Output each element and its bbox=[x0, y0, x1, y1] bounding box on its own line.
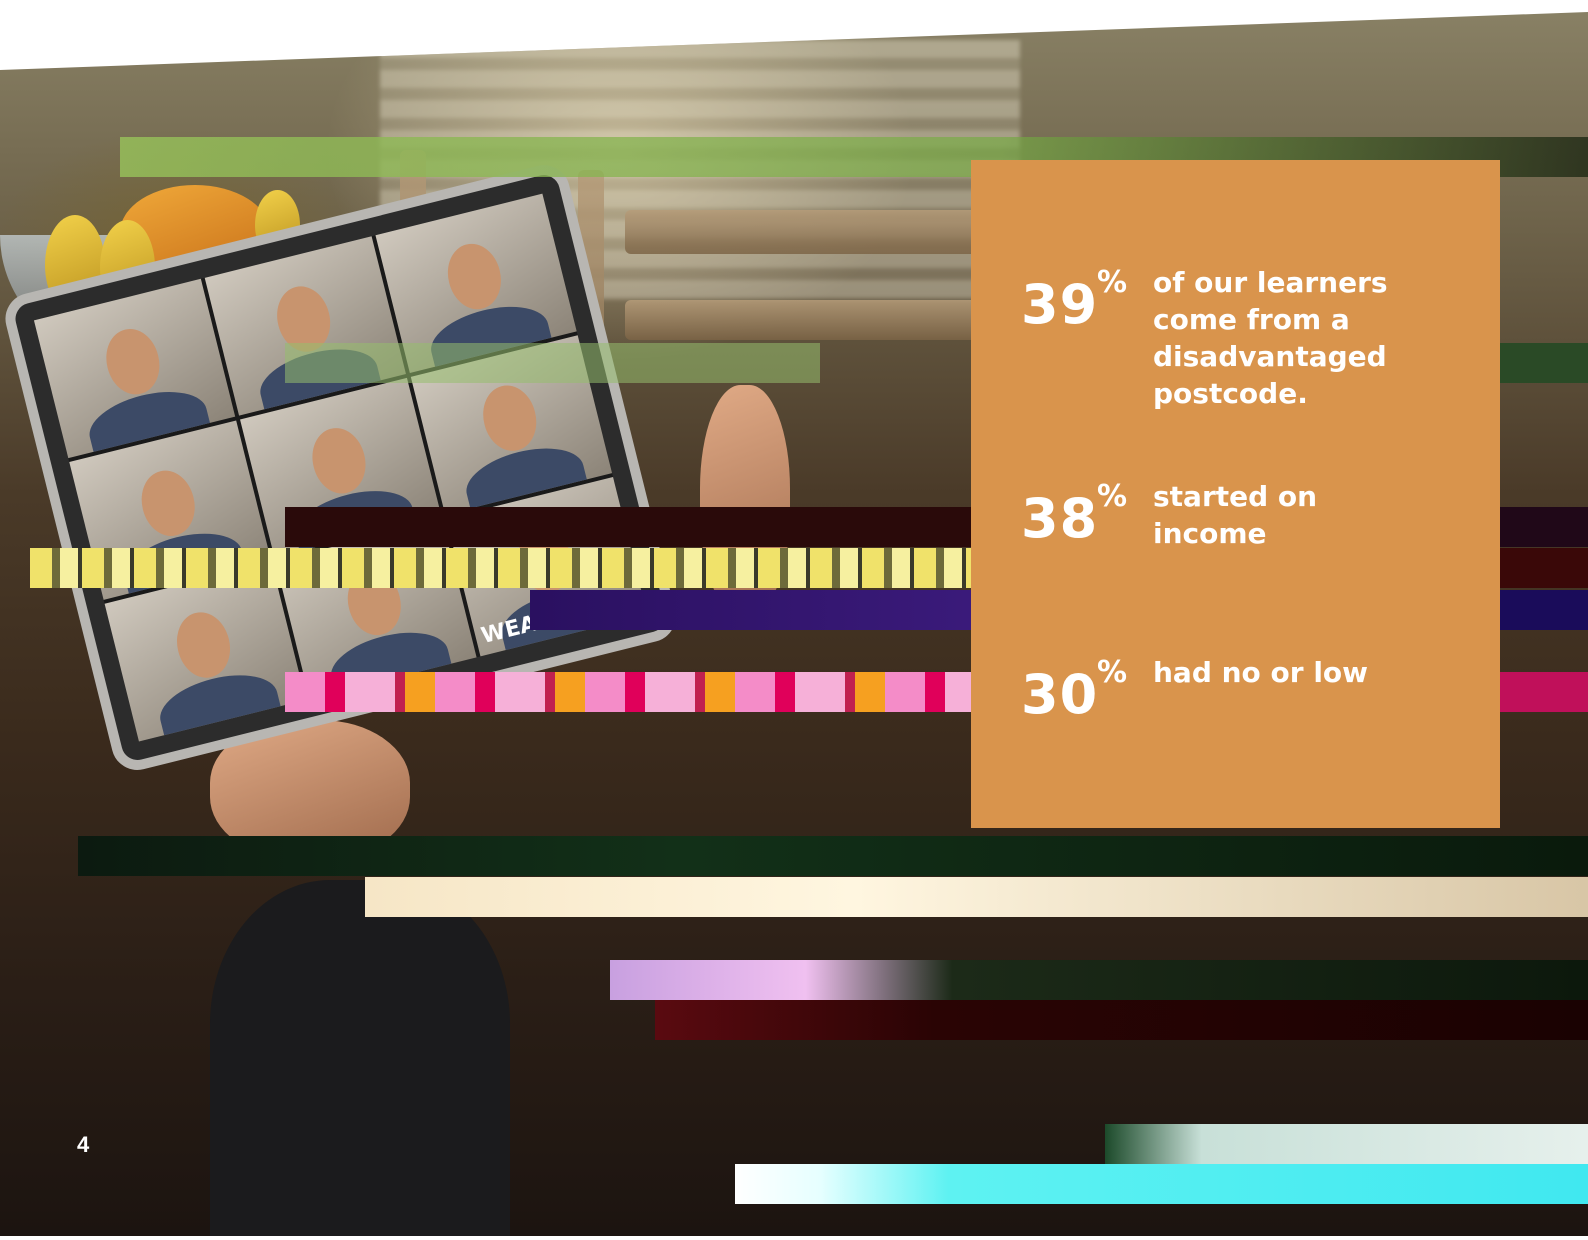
glitch-band bbox=[1500, 507, 1588, 547]
stat-description: had no or low bbox=[1153, 656, 1369, 689]
glitch-band bbox=[1105, 1124, 1588, 1164]
glitch-band bbox=[78, 836, 1588, 876]
glitch-band bbox=[530, 590, 971, 630]
glitch-band bbox=[610, 960, 1588, 1000]
stats-panel: 39 % of our learners come from a disadva… bbox=[971, 160, 1500, 828]
glitch-band bbox=[1500, 343, 1588, 383]
page-number: 4 bbox=[77, 1132, 90, 1157]
stat-unit: % bbox=[1097, 655, 1128, 690]
glitch-band bbox=[285, 672, 971, 712]
glitch-band bbox=[285, 343, 820, 383]
glitch-band bbox=[1500, 548, 1588, 588]
video-call-grid: WEA bbox=[33, 193, 648, 742]
stat-unit: % bbox=[1097, 265, 1128, 300]
glitch-band bbox=[655, 1000, 1588, 1040]
glitch-band bbox=[735, 1164, 1588, 1204]
glitch-band bbox=[365, 877, 1588, 917]
stat-value: 39 bbox=[1021, 273, 1099, 336]
sleeve bbox=[210, 880, 510, 1236]
glitch-band bbox=[30, 548, 971, 588]
stat-value: 38 bbox=[1021, 487, 1099, 550]
chair-back-rail bbox=[625, 210, 985, 254]
chair-back-rail bbox=[625, 300, 985, 340]
glitch-band bbox=[285, 507, 971, 547]
stat-description: started on income bbox=[1153, 480, 1318, 550]
stat-value: 30 bbox=[1021, 663, 1099, 726]
glitch-band bbox=[1500, 590, 1588, 630]
stat-description: of our learners come from a disadvantage… bbox=[1153, 266, 1388, 410]
stat-unit: % bbox=[1097, 479, 1128, 514]
glitch-band bbox=[1500, 672, 1588, 712]
